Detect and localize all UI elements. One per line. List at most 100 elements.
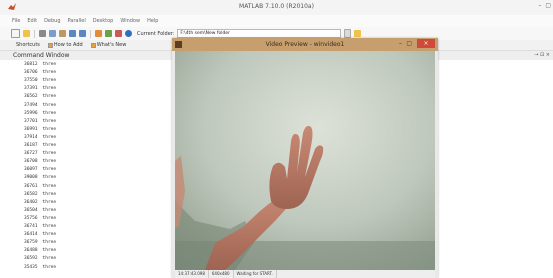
new-file-icon[interactable] — [11, 29, 20, 38]
output-label: three — [42, 224, 57, 229]
output-value: 36741 — [24, 224, 38, 229]
output-label: three — [42, 264, 57, 270]
command-output-line: 35756 three — [24, 216, 56, 221]
open-folder-icon[interactable] — [23, 30, 30, 37]
command-output-line: 36402 three — [24, 200, 56, 205]
copy-icon[interactable] — [49, 30, 56, 37]
command-output-line: 35996 three — [24, 111, 56, 116]
hand-gesture-image — [175, 51, 435, 270]
output-label: three — [42, 167, 57, 173]
menu-file[interactable]: File — [12, 18, 20, 24]
paste-icon[interactable] — [59, 30, 66, 37]
output-label: three — [42, 62, 57, 67]
profiler-icon[interactable] — [115, 30, 122, 37]
command-output-line: 37550 three — [24, 78, 56, 83]
how-to-add-shortcut[interactable]: How to Add — [47, 42, 83, 48]
command-output-line: 36759 three — [24, 240, 56, 245]
command-output-line: 37701 three — [24, 119, 56, 124]
how-to-add-label: How to Add — [53, 42, 83, 48]
preview-minimize-button[interactable]: – — [399, 40, 402, 47]
output-label: three — [42, 126, 57, 132]
output-value: 36562 — [24, 94, 38, 100]
maximize-button[interactable]: ▢ — [545, 2, 551, 9]
output-value: 36414 — [24, 232, 38, 238]
output-label: three — [42, 151, 57, 157]
command-output-line: 36708 three — [24, 159, 56, 164]
output-value: 36812 — [24, 62, 38, 67]
current-folder-label: Current Folder: — [137, 30, 175, 37]
output-label: three — [42, 248, 57, 254]
video-preview-statusbar: 14:37:43.098 640x480 Waiting for START. — [175, 270, 435, 278]
help-icon[interactable] — [125, 30, 132, 37]
command-output-line: 37391 three — [24, 86, 56, 91]
menu-window[interactable]: Window — [120, 18, 140, 24]
command-output-line: 36504 three — [24, 208, 56, 213]
shortcuts-menu[interactable]: Shortcuts — [16, 42, 40, 48]
current-folder-input[interactable]: F:\4th sem\New folder — [177, 29, 342, 38]
output-value: 36706 — [24, 70, 38, 76]
preview-resolution: 640x480 — [209, 270, 234, 278]
command-output-line: 36592 three — [24, 256, 56, 261]
output-label: three — [42, 143, 57, 148]
undo-icon[interactable] — [69, 30, 76, 37]
command-output-line: 36562 three — [24, 94, 56, 99]
output-value: 36759 — [24, 240, 38, 246]
output-value: 36708 — [24, 159, 38, 165]
menu-help[interactable]: Help — [147, 18, 158, 24]
folder-dropdown-icon[interactable] — [344, 29, 352, 38]
video-preview-titlebar[interactable]: Video Preview - winvideo1 – ▢ × — [172, 38, 438, 51]
main-titlebar: MATLAB 7.10.0 (R2010a) – ▢ — [0, 0, 553, 15]
whats-new-shortcut[interactable]: What's New — [90, 42, 127, 48]
redo-icon[interactable] — [79, 30, 86, 37]
shortcut-icon — [90, 42, 96, 48]
shortcuts-label: Shortcuts — [16, 42, 40, 48]
menu-debug[interactable]: Debug — [44, 18, 60, 24]
output-value: 37701 — [24, 118, 38, 124]
command-output-line: 36414 three — [24, 232, 56, 237]
output-label: three — [42, 78, 57, 84]
command-output-line: 36991 three — [24, 127, 56, 132]
command-output-line: 36582 three — [24, 192, 56, 197]
output-label: three — [42, 240, 57, 246]
command-output-line: 36727 three — [24, 151, 56, 156]
output-label: three — [42, 232, 57, 238]
whats-new-label: What's New — [96, 42, 127, 48]
guide-icon[interactable] — [105, 30, 112, 37]
command-output-line: 36761 three — [24, 184, 56, 189]
cut-icon[interactable] — [39, 30, 46, 37]
video-preview-window[interactable]: Video Preview - winvideo1 – ▢ × 14:37:43… — [172, 38, 438, 278]
preview-timestamp: 14:37:43.098 — [175, 270, 209, 278]
minimize-button[interactable]: – — [538, 2, 541, 9]
output-value: 36402 — [24, 199, 38, 205]
menu-parallel[interactable]: Parallel — [68, 18, 86, 24]
output-value: 37391 — [24, 86, 38, 92]
command-output-line: 35435 three — [24, 265, 56, 270]
command-output-line: 36488 three — [24, 248, 56, 253]
output-value: 36592 — [24, 256, 38, 262]
output-value: 36761 — [24, 183, 38, 189]
output-label: three — [42, 94, 57, 100]
output-label: three — [42, 134, 57, 140]
output-label: three — [42, 199, 57, 205]
output-label: three — [42, 159, 57, 165]
output-label: three — [42, 183, 57, 189]
output-label: three — [42, 70, 57, 76]
preview-close-button[interactable]: × — [417, 39, 435, 48]
output-value: 37914 — [24, 134, 38, 140]
toolbar-separator — [90, 29, 91, 38]
output-value: 36504 — [24, 207, 38, 213]
video-frame — [175, 51, 435, 270]
simulink-icon[interactable] — [95, 30, 102, 37]
menu-desktop[interactable]: Desktop — [93, 18, 114, 24]
browse-folder-icon[interactable] — [354, 30, 362, 37]
output-label: three — [42, 175, 57, 181]
preview-maximize-button[interactable]: ▢ — [406, 40, 412, 47]
menu-edit[interactable]: Edit — [27, 18, 37, 24]
output-value: 35435 — [24, 264, 38, 270]
command-output-line: 39008 three — [24, 175, 56, 180]
command-window-controls[interactable]: → ⊡ × — [534, 52, 550, 58]
toolbar-separator — [34, 29, 35, 38]
output-label: three — [42, 207, 57, 213]
output-label: three — [42, 110, 57, 116]
output-label: three — [42, 215, 57, 221]
